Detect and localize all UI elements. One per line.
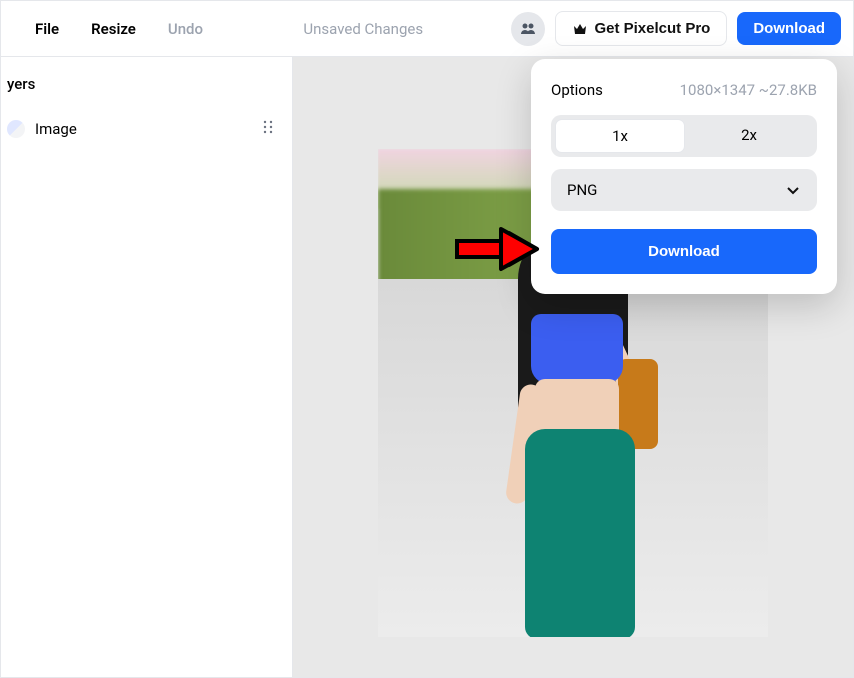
scale-toggle-group: 1x 2x <box>551 115 817 157</box>
menu-resize[interactable]: Resize <box>79 14 148 44</box>
share-button[interactable] <box>511 12 545 46</box>
app-header: File Resize Undo Unsaved Changes Get Pix… <box>1 1 853 57</box>
chevron-down-icon <box>785 182 801 198</box>
scale-option-1x[interactable]: 1x <box>555 119 685 153</box>
format-select[interactable]: PNG <box>551 169 817 211</box>
options-label: Options <box>551 81 603 99</box>
header-download-label: Download <box>753 20 825 37</box>
people-icon <box>520 21 536 37</box>
header-left-group: File Resize Undo <box>13 14 215 44</box>
unsaved-changes-label: Unsaved Changes <box>303 20 423 38</box>
layer-name-label: Image <box>35 120 252 138</box>
sidebar-title: yers <box>7 75 278 93</box>
menu-undo: Undo <box>156 14 215 44</box>
panel-download-label: Download <box>648 243 720 260</box>
panel-header: Options 1080×1347 ~27.8KB <box>551 81 817 99</box>
header-download-button[interactable]: Download <box>737 12 841 45</box>
scale-option-2x[interactable]: 2x <box>685 119 813 153</box>
layer-thumbnail <box>7 120 25 138</box>
crown-icon <box>572 22 588 36</box>
layer-item-image[interactable]: Image <box>15 111 278 147</box>
panel-download-button[interactable]: Download <box>551 229 817 274</box>
format-value: PNG <box>567 181 597 199</box>
drag-handle-icon[interactable] <box>262 119 274 139</box>
layers-sidebar: yers Image <box>1 57 293 677</box>
download-options-panel: Options 1080×1347 ~27.8KB 1x 2x PNG Down… <box>531 59 837 294</box>
get-pro-button[interactable]: Get Pixelcut Pro <box>555 11 727 46</box>
image-dimensions-label: 1080×1347 ~27.8KB <box>680 81 817 99</box>
get-pro-label: Get Pixelcut Pro <box>594 20 710 37</box>
header-right-group: Get Pixelcut Pro Download <box>511 11 841 46</box>
menu-file[interactable]: File <box>23 14 71 44</box>
